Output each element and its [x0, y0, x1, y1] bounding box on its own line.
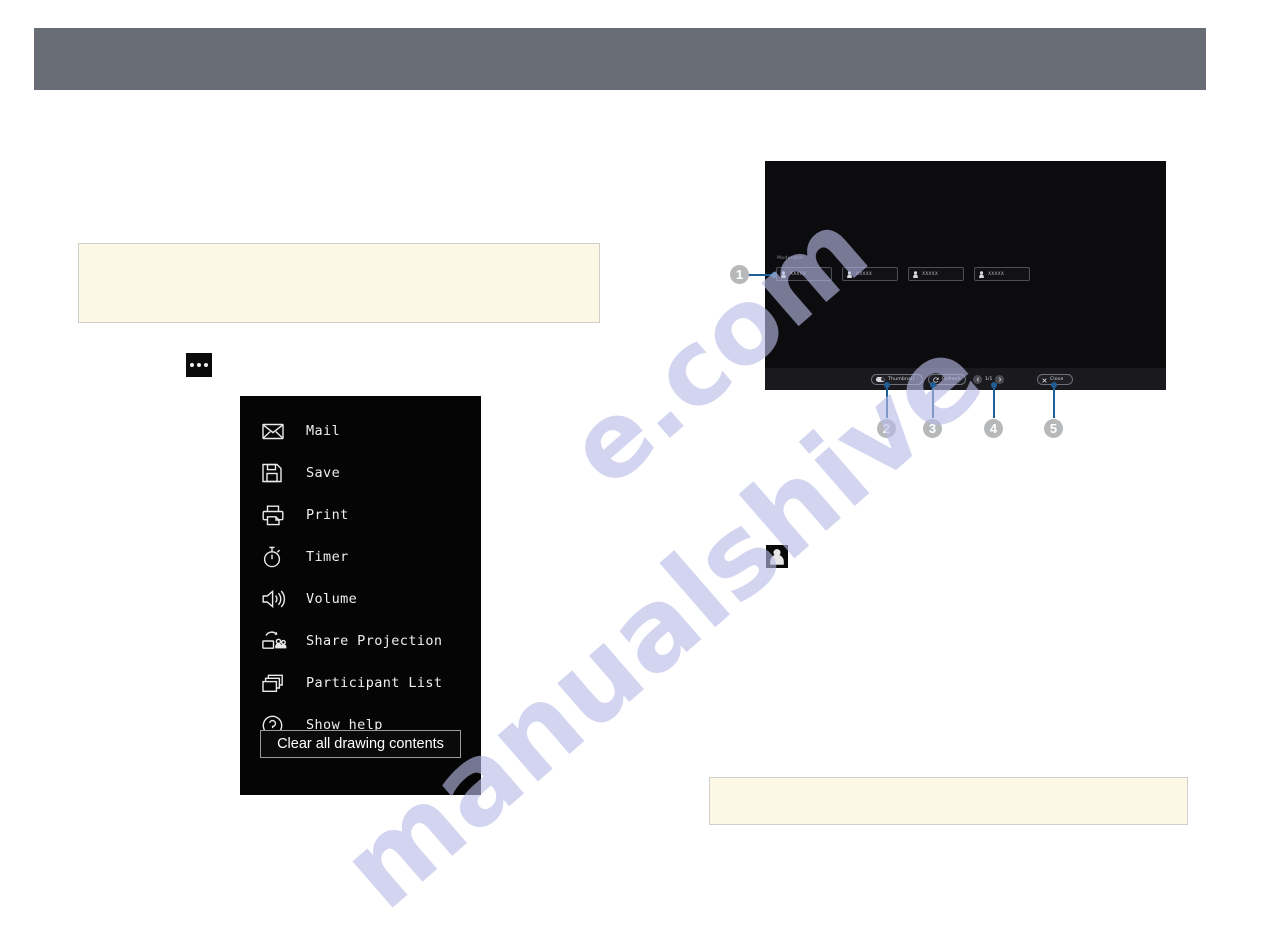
menu-item-volume-label: Volume [306, 591, 358, 607]
pager-page-text: 1/1 [985, 376, 993, 382]
context-menu-list: Mail Save Print Timer Volume Share Proje… [240, 410, 481, 746]
note-box-lower-right [709, 777, 1188, 825]
projector-screen-body: Moderator XXXXX XXXXX XXXXX XXXXX [765, 161, 1166, 368]
participant-chip-first[interactable]: XXXXX [776, 267, 832, 281]
thumbnail-toggle[interactable]: Thumbnail [871, 373, 923, 385]
ellipsis-icon[interactable] [186, 353, 212, 377]
participant-chip[interactable]: XXXXX [908, 267, 964, 281]
menu-item-print-label: Print [306, 507, 349, 523]
menu-item-participant-list[interactable]: Participant List [240, 662, 481, 704]
menu-item-volume[interactable]: Volume [240, 578, 481, 620]
menu-item-print[interactable]: Print [240, 494, 481, 536]
stopwatch-timer-icon [262, 544, 296, 570]
user-icon [781, 270, 786, 278]
thumbnail-toggle-label: Thumbnail [888, 376, 915, 382]
participant-chip[interactable]: XXXXX [842, 267, 898, 281]
user-icon [913, 270, 918, 278]
page-header-band [34, 28, 1206, 90]
chevron-left-icon[interactable] [973, 374, 982, 384]
callout-4[interactable]: 4 [984, 419, 1003, 438]
participant-name: XXXXX [988, 271, 1005, 277]
menu-item-share-projection[interactable]: Share Projection [240, 620, 481, 662]
user-icon [847, 270, 852, 278]
close-button[interactable]: Close [1037, 373, 1073, 385]
menu-item-participant-list-label: Participant List [306, 675, 443, 691]
callout-layer: 1 2 3 4 5 [0, 0, 1263, 893]
close-button-label: Close [1050, 376, 1064, 382]
participant-name: XXXXX [922, 271, 939, 277]
menu-item-timer-label: Timer [306, 549, 349, 565]
ellipsis-dot-1 [190, 363, 194, 367]
printer-icon [262, 502, 296, 528]
participant-name: XXXXX [790, 271, 807, 277]
context-menu: Mail Save Print Timer Volume Share Proje… [240, 396, 481, 795]
callout-2[interactable]: 2 [877, 419, 896, 438]
close-x-icon [1042, 370, 1047, 388]
toggle-switch-icon [876, 376, 885, 382]
note-box-upper-left [78, 243, 600, 323]
mail-icon [262, 418, 296, 444]
callout-3[interactable]: 3 [923, 419, 942, 438]
participant-list-icon [262, 670, 296, 696]
ellipsis-dot-2 [197, 363, 201, 367]
watermark: manualshive e.com [0, 0, 1263, 934]
participant-name: XXXXX [856, 271, 873, 277]
user-avatar-icon [766, 545, 788, 568]
projector-participant-screen: Moderator XXXXX XXXXX XXXXX XXXXX Thumbn… [765, 161, 1166, 390]
callout-1[interactable]: 1 [730, 265, 749, 284]
menu-item-save-label: Save [306, 465, 341, 481]
menu-item-timer[interactable]: Timer [240, 536, 481, 578]
save-floppy-icon [262, 460, 296, 486]
refresh-button[interactable]: Refresh [928, 373, 966, 385]
participant-chip[interactable]: XXXXX [974, 267, 1030, 281]
pager: 1/1 [973, 374, 1005, 384]
menu-item-mail-label: Mail [306, 423, 341, 439]
participant-chip-row: XXXXX XXXXX XXXXX XXXXX [776, 267, 1030, 281]
refresh-icon [933, 370, 939, 388]
projector-toolbar: Thumbnail Refresh 1/1 Close [765, 368, 1166, 390]
menu-item-save[interactable]: Save [240, 452, 481, 494]
share-projection-icon [262, 628, 296, 654]
moderator-label: Moderator [777, 256, 804, 261]
menu-item-share-projection-label: Share Projection [306, 633, 443, 649]
ellipsis-dot-3 [204, 363, 208, 367]
speaker-volume-icon [262, 586, 296, 612]
callout-5[interactable]: 5 [1044, 419, 1063, 438]
chevron-right-icon[interactable] [995, 374, 1005, 384]
menu-item-mail[interactable]: Mail [240, 410, 481, 452]
refresh-button-label: Refresh [942, 376, 961, 382]
clear-all-drawing-contents-button[interactable]: Clear all drawing contents [260, 730, 461, 758]
user-icon [979, 270, 984, 278]
